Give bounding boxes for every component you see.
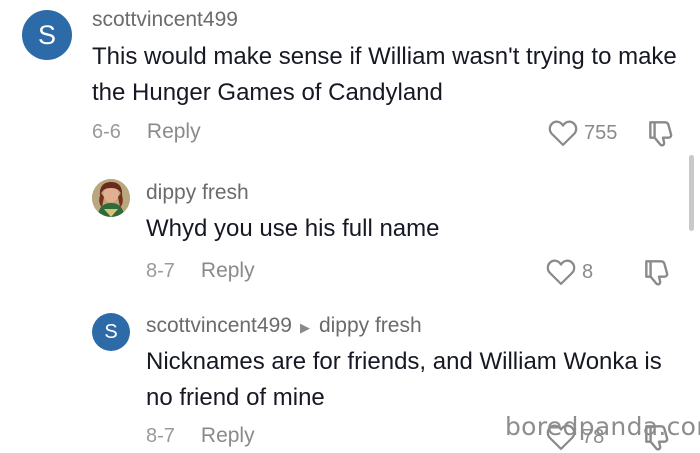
heart-icon <box>548 120 578 146</box>
comment-date: 8-7 <box>146 424 175 447</box>
avatar-letter: S <box>104 320 118 343</box>
heart-icon <box>546 259 576 285</box>
reply-button[interactable]: Reply <box>201 424 255 448</box>
like-count: 8 <box>582 260 594 283</box>
avatar[interactable]: S <box>92 313 130 351</box>
like-button[interactable]: 755 <box>548 119 617 147</box>
scrollbar[interactable] <box>689 155 694 231</box>
comment-meta: 8-7 Reply <box>146 259 255 283</box>
comment-username[interactable]: scottvincent499 <box>92 7 238 33</box>
comment-meta: 8-7 Reply <box>146 424 255 448</box>
comment-text: This would make sense if William wasn't … <box>92 43 677 106</box>
reply-arrow-icon: ▶ <box>299 320 310 335</box>
comment-username[interactable]: scottvincent499 <box>146 314 292 337</box>
comment-date: 6-6 <box>92 120 121 143</box>
comment-username-line: scottvincent499 ▶ dippy fresh <box>146 313 422 341</box>
comment-date: 8-7 <box>146 259 175 282</box>
dislike-icon[interactable] <box>640 256 674 288</box>
avatar-letter: S <box>37 19 56 50</box>
avatar[interactable]: S <box>22 10 72 60</box>
comment-username[interactable]: dippy fresh <box>146 180 249 206</box>
like-button[interactable]: 8 <box>546 258 593 286</box>
reply-button[interactable]: Reply <box>147 120 201 144</box>
comment-text: Nicknames are for friends, and William W… <box>146 348 662 411</box>
like-count: 755 <box>584 121 618 144</box>
avatar[interactable] <box>92 179 130 217</box>
profile-photo-icon <box>92 179 130 217</box>
comment-text: Whyd you use his full name <box>146 215 440 242</box>
reply-to-username[interactable]: dippy fresh <box>319 314 422 337</box>
comment-meta: 6-6 Reply <box>92 120 201 144</box>
reply-button[interactable]: Reply <box>201 259 255 283</box>
dislike-icon[interactable] <box>644 117 678 149</box>
watermark-logo: boredpanda.com <box>505 412 700 441</box>
